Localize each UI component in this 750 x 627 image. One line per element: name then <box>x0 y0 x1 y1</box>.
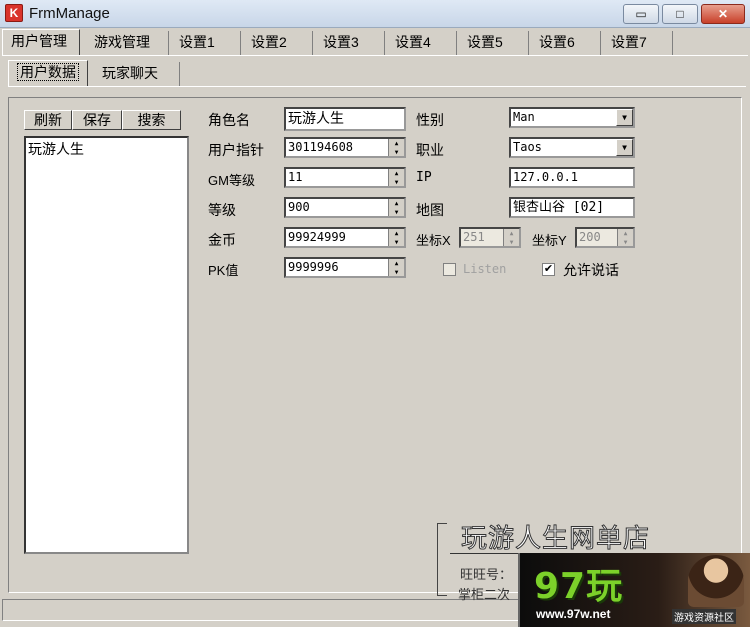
spin-up-icon: ▲ <box>623 230 628 237</box>
job-value: Taos <box>513 140 542 154</box>
spin-down-icon: ▼ <box>623 239 628 246</box>
level-label: 等级 <box>208 202 236 218</box>
logo-community-badge: 游戏资源社区 <box>672 609 736 624</box>
tab-settings-7[interactable]: 设置7 <box>603 31 673 55</box>
save-button[interactable]: 保存 <box>72 110 122 130</box>
main-tabs: 用户管理 游戏管理 设置1 设置2 设置3 设置4 设置5 设置6 设置7 <box>2 29 748 56</box>
user-pointer-value: 301194608 <box>288 140 354 154</box>
gender-select[interactable]: Man ▼ <box>509 107 635 128</box>
gold-field[interactable]: 99924999 ▲ ▼ <box>284 227 406 248</box>
watermark-shop-name: 玩游人生网单店 <box>460 523 651 554</box>
coord-y-label: 坐标Y <box>532 233 567 248</box>
refresh-button[interactable]: 刷新 <box>24 110 72 130</box>
gm-level-value: 11 <box>288 170 303 184</box>
pk-value: 9999996 <box>288 260 339 274</box>
gold-spinner[interactable]: ▲ ▼ <box>388 229 404 246</box>
character-portrait-icon <box>688 555 744 607</box>
logo-text: 97玩 <box>534 566 624 607</box>
gold-label: 金币 <box>208 232 236 248</box>
coord-x-value: 251 <box>463 230 485 244</box>
minimize-button[interactable]: ▭ <box>623 4 659 24</box>
tab-settings-6[interactable]: 设置6 <box>531 31 601 55</box>
title-bar: K FrmManage ▭ □ ✕ <box>0 0 750 28</box>
user-pointer-spinner[interactable]: ▲ ▼ <box>388 139 404 156</box>
window-title: FrmManage <box>29 5 110 22</box>
tab-user-data-label: 用户数据 <box>17 63 79 81</box>
level-value: 900 <box>288 200 310 214</box>
watermark-bracket <box>437 523 447 596</box>
spin-down-icon[interactable]: ▼ <box>389 268 404 276</box>
tab-game-management[interactable]: 游戏管理 <box>86 31 169 55</box>
ip-label: IP <box>416 170 432 185</box>
maximize-button[interactable]: □ <box>662 4 698 24</box>
gold-value: 99924999 <box>288 230 346 244</box>
spin-down-icon[interactable]: ▼ <box>389 148 404 156</box>
spin-down-icon: ▼ <box>509 239 514 246</box>
ip-field[interactable]: 127.0.0.1 <box>509 167 635 188</box>
gm-level-label: GM等级 <box>208 173 255 188</box>
coord-y-field: 200 ▲ ▼ <box>575 227 635 248</box>
tab-user-management[interactable]: 用户管理 <box>2 29 80 56</box>
subtab-divider <box>8 86 746 87</box>
role-name-field[interactable]: 玩游人生 <box>284 107 406 131</box>
level-field[interactable]: 900 ▲ ▼ <box>284 197 406 218</box>
dropdown-arrow-icon[interactable]: ▼ <box>616 109 633 126</box>
app-icon: K <box>5 4 23 22</box>
user-pointer-label: 用户指针 <box>208 142 264 158</box>
coord-x-label: 坐标X <box>416 233 451 248</box>
tab-settings-3[interactable]: 设置3 <box>315 31 385 55</box>
watermark-seller: 掌柜二次 <box>458 587 511 602</box>
watermark-wangwang: 旺旺号： <box>460 567 513 582</box>
pk-label: PK值 <box>208 263 239 278</box>
role-name-label: 角色名 <box>208 112 250 128</box>
user-pointer-field[interactable]: 301194608 ▲ ▼ <box>284 137 406 158</box>
search-button[interactable]: 搜索 <box>122 110 181 130</box>
map-label: 地图 <box>416 202 444 218</box>
spin-down-icon[interactable]: ▼ <box>389 178 404 186</box>
tab-user-data[interactable]: 用户数据 <box>8 60 88 87</box>
spin-up-icon[interactable]: ▲ <box>389 199 404 208</box>
coord-y-spinner: ▲ ▼ <box>617 229 633 246</box>
user-list[interactable]: 玩游人生 <box>24 136 189 554</box>
job-label: 职业 <box>416 142 444 158</box>
coord-y-value: 200 <box>579 230 601 244</box>
gender-label: 性别 <box>416 112 444 128</box>
dropdown-arrow-icon[interactable]: ▼ <box>616 139 633 156</box>
pk-spinner[interactable]: ▲ ▼ <box>388 259 404 276</box>
gm-level-field[interactable]: 11 ▲ ▼ <box>284 167 406 188</box>
gm-level-spinner[interactable]: ▲ ▼ <box>388 169 404 186</box>
tab-player-chat[interactable]: 玩家聊天 <box>94 62 180 86</box>
coord-x-field: 251 ▲ ▼ <box>459 227 521 248</box>
tab-settings-1[interactable]: 设置1 <box>171 31 241 55</box>
spin-up-icon[interactable]: ▲ <box>389 169 404 178</box>
listen-checkbox <box>443 263 456 276</box>
level-spinner[interactable]: ▲ ▼ <box>388 199 404 216</box>
tab-settings-2[interactable]: 设置2 <box>243 31 313 55</box>
spin-down-icon[interactable]: ▼ <box>389 208 404 216</box>
spin-down-icon[interactable]: ▼ <box>389 238 404 246</box>
listen-label: Listen <box>463 262 507 276</box>
site-logo: 97玩 www.97w.net 游戏资源社区 <box>518 553 750 627</box>
tab-settings-4[interactable]: 设置4 <box>387 31 457 55</box>
spin-up-icon: ▲ <box>509 230 514 237</box>
tab-divider <box>2 55 748 56</box>
list-item[interactable]: 玩游人生 <box>28 139 84 159</box>
allow-talk-label: 允许说话 <box>563 262 619 278</box>
logo-url: www.97w.net <box>536 607 611 621</box>
tab-settings-5[interactable]: 设置5 <box>459 31 529 55</box>
spin-up-icon[interactable]: ▲ <box>389 139 404 148</box>
allow-talk-checkbox[interactable]: ✔ <box>542 263 555 276</box>
pk-field[interactable]: 9999996 ▲ ▼ <box>284 257 406 278</box>
spin-up-icon[interactable]: ▲ <box>389 259 404 268</box>
map-field[interactable]: 银杏山谷 [02] <box>509 197 635 218</box>
coord-x-spinner: ▲ ▼ <box>503 229 519 246</box>
spin-up-icon[interactable]: ▲ <box>389 229 404 238</box>
close-button[interactable]: ✕ <box>701 4 745 24</box>
job-select[interactable]: Taos ▼ <box>509 137 635 158</box>
gender-value: Man <box>513 110 535 124</box>
